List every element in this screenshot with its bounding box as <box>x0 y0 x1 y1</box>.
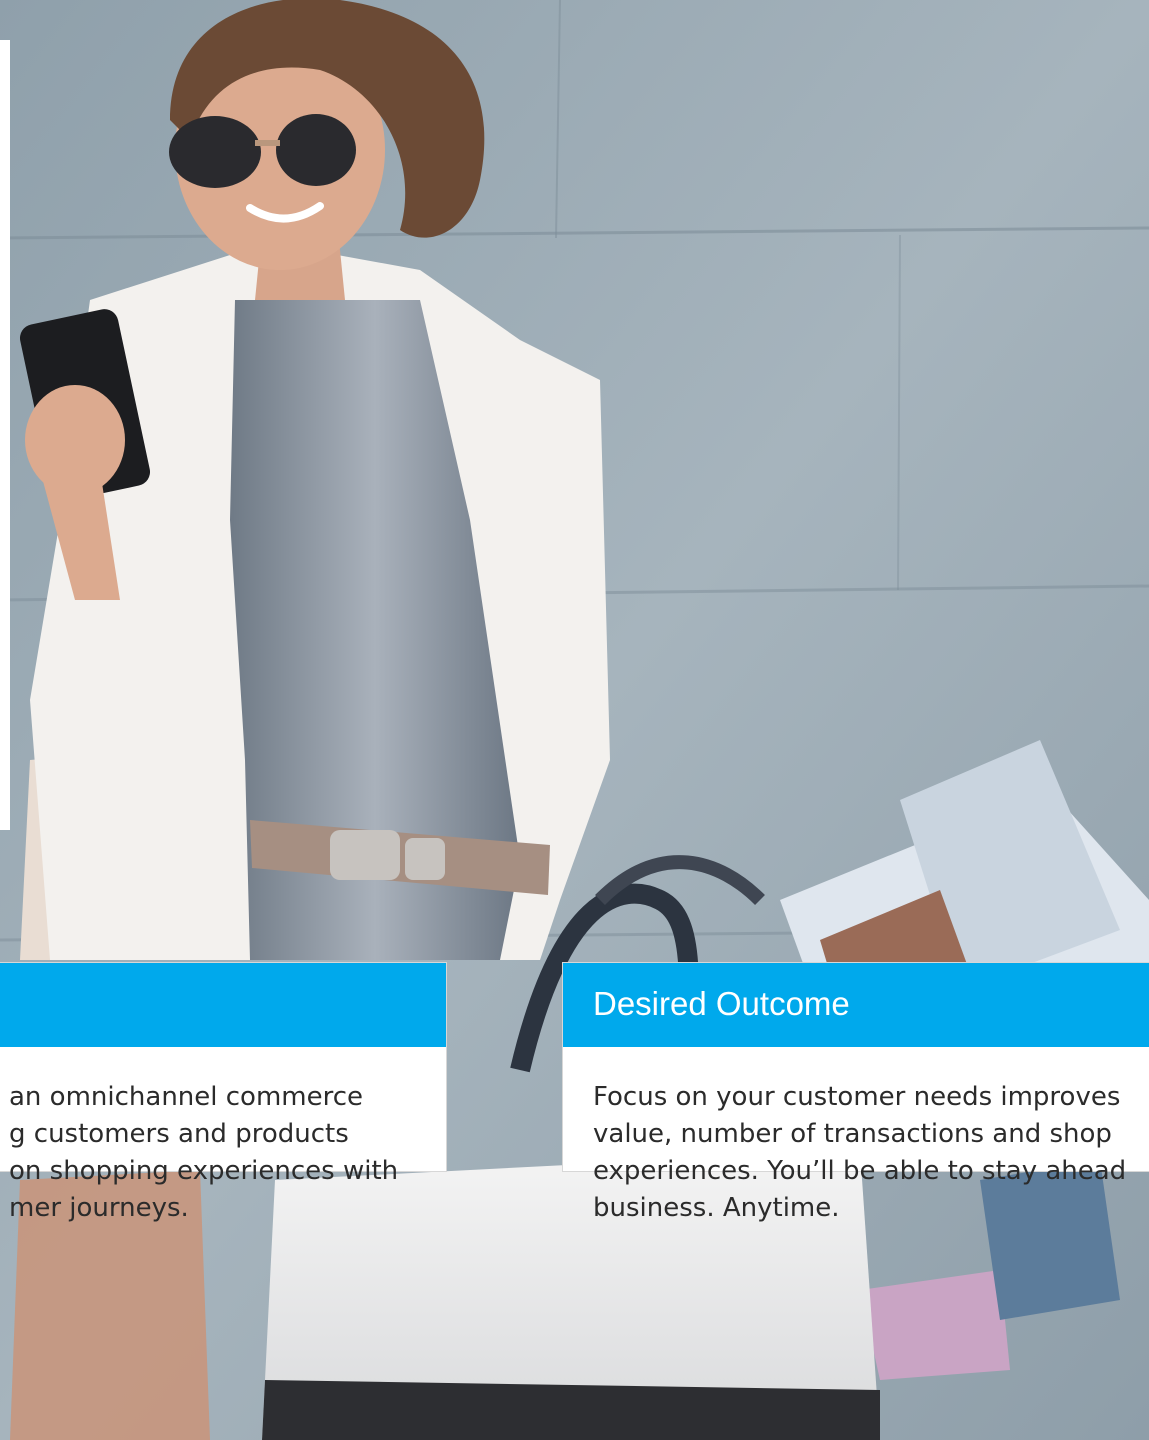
card-title: Desired Outcome <box>593 985 850 1022</box>
card-body: an omnichannel commerce g customers and … <box>9 1079 398 1227</box>
card-body-line: experiences. You’ll be able to stay ahea… <box>593 1156 1127 1186</box>
card-body: Focus on your customer needs improves va… <box>593 1079 1126 1227</box>
card-header <box>0 963 446 1047</box>
card-body-line: on shopping experiences with <box>9 1156 399 1186</box>
card-body-line: g customers and products <box>9 1119 349 1149</box>
card-body-line: an omnichannel commerce <box>9 1082 364 1112</box>
card-body-line: value, number of transactions and shop <box>593 1119 1112 1149</box>
current-situation-card: an omnichannel commerce g customers and … <box>0 962 447 1223</box>
left-edge-panel <box>0 40 10 830</box>
card-header: Desired Outcome <box>563 963 1149 1047</box>
card-body-line: mer journeys. <box>9 1193 189 1223</box>
desired-outcome-card: Desired Outcome Focus on your customer n… <box>562 962 1149 1223</box>
card-body-line: business. Anytime. <box>593 1193 840 1223</box>
card-body-line: Focus on your customer needs improves <box>593 1082 1121 1112</box>
